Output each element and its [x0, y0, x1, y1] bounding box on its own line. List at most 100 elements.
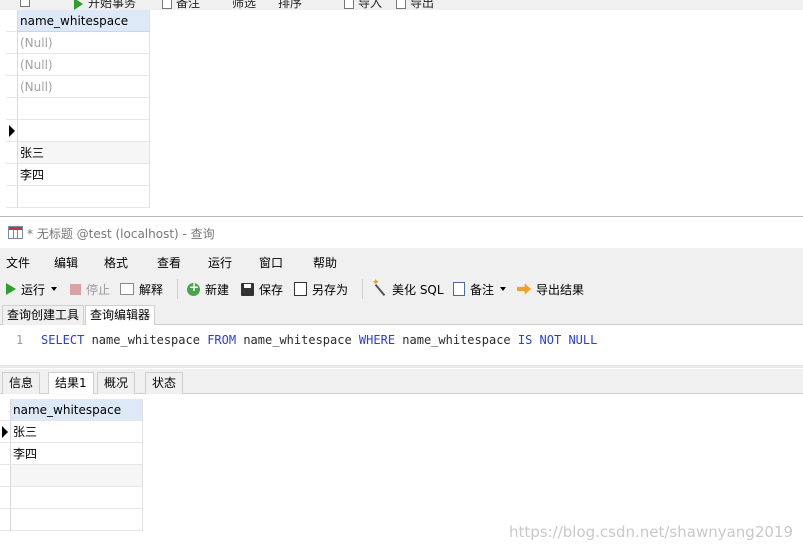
- top-toolbar: 开始事务 备注 筛选 排序 导入 导出: [0, 0, 803, 10]
- tab-info[interactable]: 信息: [2, 372, 41, 394]
- beautify-sql-button[interactable]: 美化 SQL: [372, 278, 444, 298]
- export-icon: [517, 283, 531, 295]
- menu-window[interactable]: 窗口: [259, 254, 283, 271]
- grid-cell[interactable]: [18, 186, 150, 208]
- tab-query-builder[interactable]: 查询创建工具: [2, 305, 85, 326]
- import-button[interactable]: 导入: [344, 0, 382, 10]
- grid-cell[interactable]: 张三: [11, 421, 143, 443]
- editor-splitter[interactable]: [0, 365, 803, 368]
- row-indicator[interactable]: [6, 54, 18, 76]
- grid-cell[interactable]: (Null): [18, 32, 150, 54]
- play-icon: [74, 0, 83, 10]
- grid-cell[interactable]: 李四: [11, 443, 143, 465]
- row-indicator[interactable]: [0, 399, 11, 421]
- grid-cell[interactable]: [18, 98, 150, 120]
- editor-tab-bar: 查询创建工具 查询编辑器: [0, 303, 803, 327]
- row-indicator[interactable]: [0, 487, 11, 509]
- grid-cell[interactable]: (Null): [18, 76, 150, 98]
- tab-result1[interactable]: 结果1: [48, 372, 94, 395]
- window-divider: [0, 216, 803, 217]
- row-indicator[interactable]: [6, 76, 18, 98]
- sql-identifier: name_whitespace: [84, 333, 208, 347]
- note-button[interactable]: 备注: [453, 280, 507, 298]
- save-button[interactable]: 保存: [241, 280, 283, 298]
- play-icon: [6, 283, 16, 295]
- line-number: 1: [16, 333, 24, 347]
- row-indicator[interactable]: [6, 164, 18, 186]
- sql-keyword: FROM: [207, 333, 237, 347]
- grid-cell[interactable]: [11, 487, 143, 509]
- grid-cell[interactable]: [11, 465, 143, 487]
- row-indicator[interactable]: [6, 32, 18, 54]
- toolbar-separator: [362, 279, 363, 299]
- row-indicator[interactable]: [6, 98, 18, 120]
- query-toolbar: 运行 停止 解释 新建 保存 另存为 美化 SQL 备注 导出结果: [0, 274, 803, 303]
- current-row-indicator[interactable]: [0, 421, 11, 443]
- stop-button[interactable]: 停止: [70, 280, 110, 298]
- menu-file[interactable]: 文件: [6, 254, 30, 271]
- column-header[interactable]: name_whitespace: [18, 10, 150, 32]
- current-row-indicator[interactable]: [6, 120, 18, 142]
- tab-profile[interactable]: 概况: [97, 372, 136, 394]
- run-button[interactable]: 运行: [6, 280, 58, 298]
- new-icon: [187, 280, 200, 296]
- magic-wand-icon: [372, 278, 387, 296]
- sql-keyword: SELECT: [41, 333, 85, 347]
- import-icon: [344, 0, 354, 9]
- row-indicator[interactable]: [0, 443, 11, 465]
- sql-keyword: WHERE: [358, 333, 396, 347]
- tab-status[interactable]: 状态: [145, 372, 184, 394]
- explain-button[interactable]: 解释: [120, 280, 163, 298]
- save-as-icon: [294, 282, 307, 296]
- sql-identifier: name_whitespace: [395, 333, 518, 347]
- grid-cell[interactable]: (Null): [18, 54, 150, 76]
- row-indicator[interactable]: [6, 10, 18, 32]
- note-icon: [453, 282, 465, 296]
- top-toolbar-icon[interactable]: [20, 0, 34, 8]
- window-title-bar[interactable]: * 无标题 @test (localhost) - 查询: [0, 218, 803, 248]
- grid-cell[interactable]: [18, 120, 150, 142]
- text-button[interactable]: 备注: [162, 0, 200, 10]
- explain-icon: [120, 283, 134, 295]
- begin-transaction-button[interactable]: 开始事务: [74, 0, 136, 10]
- export-results-button[interactable]: 导出结果: [517, 280, 584, 298]
- chevron-down-icon[interactable]: [51, 287, 58, 291]
- export-icon: [396, 0, 406, 9]
- export-button[interactable]: 导出: [396, 0, 434, 10]
- sql-identifier: name_whitespace: [236, 333, 359, 347]
- stop-icon: [70, 283, 81, 295]
- query-window-icon: [8, 226, 23, 239]
- row-indicator[interactable]: [0, 465, 11, 487]
- top-result-grid[interactable]: name_whitespace (Null) (Null) (Null) 张三 …: [0, 10, 803, 215]
- window-title: * 无标题 @test (localhost) - 查询: [27, 227, 215, 241]
- sort-button[interactable]: 排序: [278, 0, 302, 10]
- menu-view[interactable]: 查看: [157, 254, 181, 271]
- menu-format[interactable]: 格式: [104, 254, 128, 271]
- note-icon: [162, 0, 172, 9]
- tab-query-editor[interactable]: 查询编辑器: [85, 305, 156, 327]
- menu-run[interactable]: 运行: [208, 254, 232, 271]
- column-header[interactable]: name_whitespace: [11, 399, 143, 421]
- result-tab-bar: 信息 结果1 概况 状态: [0, 369, 803, 395]
- filter-button[interactable]: 筛选: [232, 0, 256, 10]
- menu-bar: 文件 编辑 格式 查看 运行 窗口 帮助: [0, 248, 803, 274]
- toolbar-separator: [177, 279, 178, 299]
- chevron-down-icon[interactable]: [500, 287, 507, 291]
- grid-cell[interactable]: 李四: [18, 164, 150, 186]
- sql-line[interactable]: SELECT name_whitespace FROM name_whitesp…: [41, 333, 597, 347]
- list-icon: [20, 0, 30, 7]
- row-indicator[interactable]: [6, 186, 18, 208]
- row-indicator[interactable]: [6, 142, 18, 164]
- sql-keyword: IS NOT NULL: [517, 333, 598, 347]
- save-as-button[interactable]: 另存为: [294, 280, 348, 298]
- menu-edit[interactable]: 编辑: [54, 254, 78, 271]
- grid-cell[interactable]: [11, 509, 143, 531]
- menu-help[interactable]: 帮助: [313, 254, 337, 271]
- current-row-arrow-icon: [2, 426, 8, 438]
- row-indicator[interactable]: [0, 509, 11, 531]
- sql-editor[interactable]: 1 SELECT name_whitespace FROM name_white…: [0, 325, 803, 367]
- grid-cell[interactable]: 张三: [18, 142, 150, 164]
- new-button[interactable]: 新建: [187, 280, 229, 298]
- current-row-arrow-icon: [9, 125, 15, 137]
- save-icon: [241, 282, 254, 296]
